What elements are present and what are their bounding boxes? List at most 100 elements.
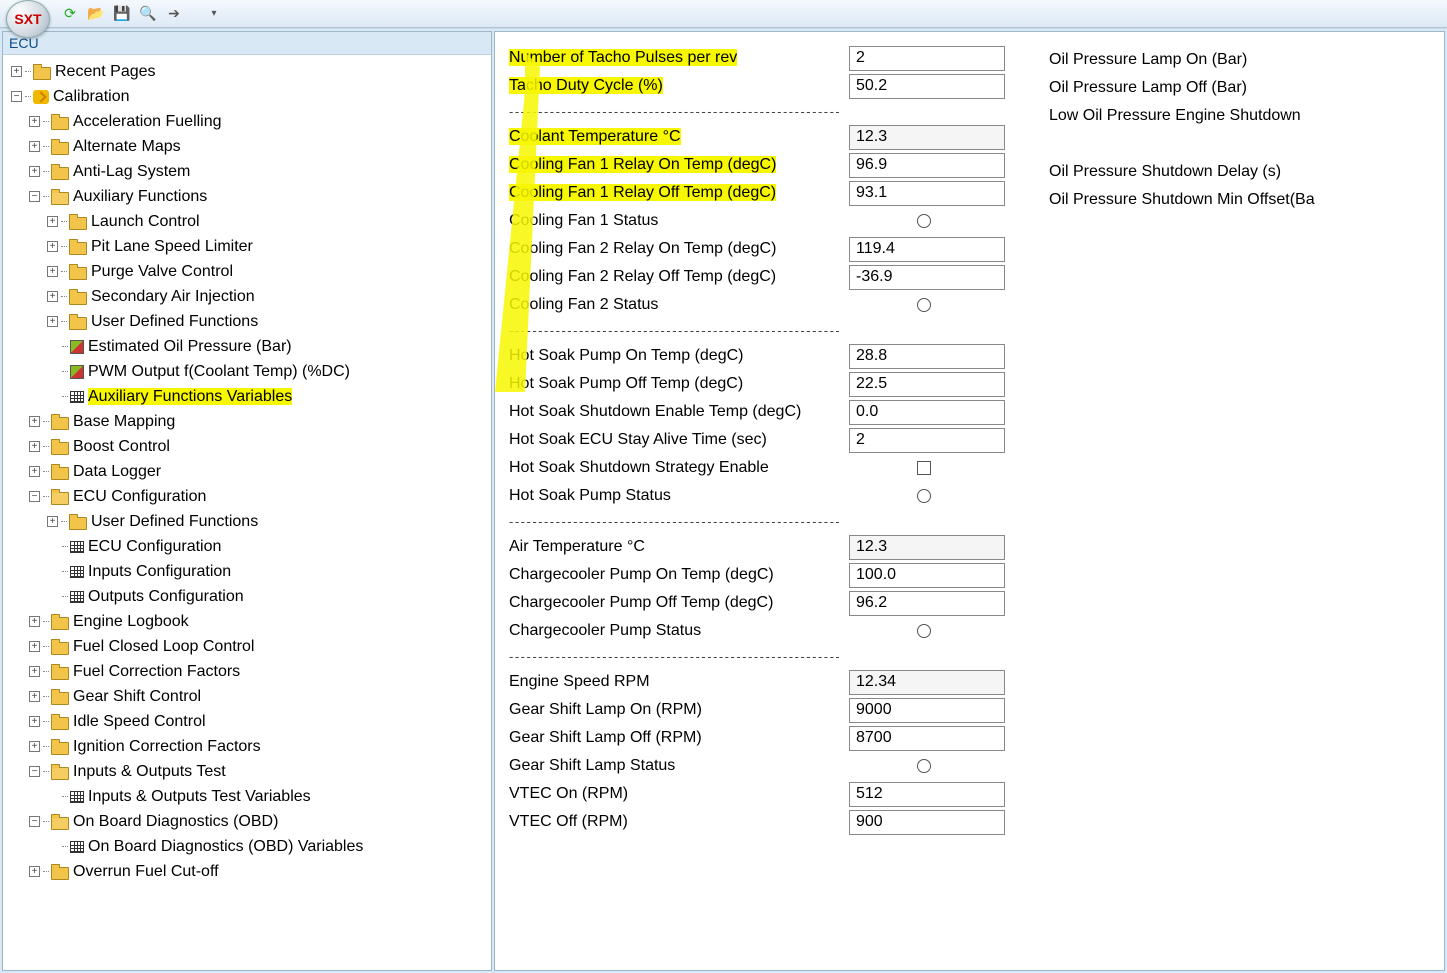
value-input[interactable] [849, 810, 1005, 835]
tree-node-label: Outputs Configuration [88, 588, 244, 605]
form-row: Air Temperature °C [509, 533, 1029, 561]
expand-icon[interactable]: + [29, 666, 40, 677]
tree-node-fuel-closed-loop-control[interactable]: + Fuel Closed Loop Control [5, 634, 489, 659]
form-label: Low Oil Pressure Engine Shutdown [1049, 107, 1301, 125]
refresh-icon[interactable]: ⟳ [60, 4, 80, 24]
status-indicator-icon [917, 298, 931, 312]
tree-node-outputs-configuration[interactable]: Outputs Configuration [5, 584, 489, 609]
expand-icon[interactable]: + [47, 266, 58, 277]
folder-open-icon [51, 490, 69, 504]
tree-node-ecu-configuration[interactable]: − ECU Configuration [5, 484, 489, 509]
expand-icon[interactable]: + [47, 241, 58, 252]
tree-node-label: Auxiliary Functions [73, 188, 207, 205]
tree-node-on-board-diagnostics-obd-[interactable]: −On Board Diagnostics (OBD) [5, 809, 489, 834]
tree-node-pwm-output-f-coolant-temp-dc-[interactable]: PWM Output f(Coolant Temp) (%DC) [5, 359, 489, 384]
tree-node-launch-control[interactable]: +Launch Control [5, 209, 489, 234]
value-input[interactable] [849, 782, 1005, 807]
tree-node-boost-control[interactable]: +Boost Control [5, 434, 489, 459]
tree-node-on-board-diagnostics-obd-variables[interactable]: On Board Diagnostics (OBD) Variables [5, 834, 489, 859]
expand-icon[interactable]: + [11, 66, 22, 77]
tree-node-secondary-air-injection[interactable]: +Secondary Air Injection [5, 284, 489, 309]
value-input[interactable] [849, 237, 1005, 262]
expand-icon[interactable]: + [29, 416, 40, 427]
tree-node-data-logger[interactable]: +Data Logger [5, 459, 489, 484]
value-input[interactable] [849, 726, 1005, 751]
tree-node-ecu-configuration[interactable]: ECU Configuration [5, 534, 489, 559]
expand-icon[interactable]: + [29, 441, 40, 452]
tree-node-auxiliary-functions-variables[interactable]: Auxiliary Functions Variables [5, 384, 489, 409]
value-input[interactable] [849, 153, 1005, 178]
value-input[interactable] [849, 74, 1005, 99]
search-icon[interactable]: 🔍 [138, 4, 158, 24]
tree-node-pit-lane-speed-limiter[interactable]: +Pit Lane Speed Limiter [5, 234, 489, 259]
tree-node-label: PWM Output f(Coolant Temp) (%DC) [88, 363, 350, 380]
toolbar: ⟳ 📂 💾 🔍 ➔ ▾ [0, 0, 1447, 28]
tree-node-base-mapping[interactable]: +Base Mapping [5, 409, 489, 434]
expand-icon[interactable]: + [29, 616, 40, 627]
tree-node-estimated-oil-pressure-bar-[interactable]: Estimated Oil Pressure (Bar) [5, 334, 489, 359]
expand-icon[interactable]: − [11, 91, 22, 102]
tree-node-recent-pages[interactable]: +Recent Pages [5, 59, 489, 84]
checkbox[interactable] [917, 461, 931, 475]
expand-icon[interactable]: + [47, 316, 58, 327]
tree-body[interactable]: +Recent Pages−Calibration+Acceleration F… [3, 55, 491, 970]
tree-node-label: ECU Configuration [73, 488, 206, 505]
folder-icon [51, 615, 69, 629]
app-logo-badge[interactable]: SXT [6, 0, 50, 38]
tree-node-label: Fuel Closed Loop Control [73, 638, 254, 655]
expand-icon[interactable]: + [29, 141, 40, 152]
value-input[interactable] [849, 181, 1005, 206]
tree-node-label: Idle Speed Control [73, 713, 206, 730]
value-input [849, 670, 1005, 695]
tree-node-inputs-outputs-test-variables[interactable]: Inputs & Outputs Test Variables [5, 784, 489, 809]
value-input[interactable] [849, 591, 1005, 616]
tree-node-acceleration-fuelling[interactable]: +Acceleration Fuelling [5, 109, 489, 134]
tree-node-fuel-correction-factors[interactable]: +Fuel Correction Factors [5, 659, 489, 684]
tree-node-user-defined-functions[interactable]: +User Defined Functions [5, 509, 489, 534]
value-input[interactable] [849, 698, 1005, 723]
form-label: VTEC Off (RPM) [509, 813, 849, 831]
expand-icon[interactable]: + [47, 516, 58, 527]
expand-icon[interactable]: + [29, 741, 40, 752]
tree-node-inputs-configuration[interactable]: Inputs Configuration [5, 559, 489, 584]
expand-icon[interactable]: − [29, 816, 40, 827]
expand-icon[interactable]: + [29, 466, 40, 477]
export-icon[interactable]: ➔ [164, 4, 184, 24]
tree-node-calibration[interactable]: −Calibration [5, 84, 489, 109]
value-input[interactable] [849, 372, 1005, 397]
tree-node-ignition-correction-factors[interactable]: +Ignition Correction Factors [5, 734, 489, 759]
tree-node-anti-lag-system[interactable]: +Anti-Lag System [5, 159, 489, 184]
tree-node-overrun-fuel-cut-off[interactable]: +Overrun Fuel Cut-off [5, 859, 489, 884]
tree-node-label: Gear Shift Control [73, 688, 201, 705]
value-input[interactable] [849, 428, 1005, 453]
value-input[interactable] [849, 400, 1005, 425]
tree-node-engine-logbook[interactable]: +Engine Logbook [5, 609, 489, 634]
expand-icon[interactable]: + [47, 216, 58, 227]
expand-icon[interactable]: + [29, 641, 40, 652]
expand-icon[interactable]: − [29, 491, 40, 502]
separator: ----------------------------------------… [509, 104, 839, 119]
value-input[interactable] [849, 46, 1005, 71]
save-icon[interactable]: 💾 [112, 4, 132, 24]
value-input[interactable] [849, 344, 1005, 369]
tree-node-purge-valve-control[interactable]: +Purge Valve Control [5, 259, 489, 284]
tree-node-inputs-outputs-test[interactable]: −Inputs & Outputs Test [5, 759, 489, 784]
expand-icon[interactable]: + [29, 716, 40, 727]
expand-icon[interactable]: − [29, 191, 40, 202]
expand-icon[interactable]: − [29, 766, 40, 777]
tree-node-gear-shift-control[interactable]: + Gear Shift Control [5, 684, 489, 709]
tree-node-idle-speed-control[interactable]: + Idle Speed Control [5, 709, 489, 734]
tree-node-alternate-maps[interactable]: +Alternate Maps [5, 134, 489, 159]
form-label: Hot Soak Pump On Temp (degC) [509, 347, 849, 365]
expand-icon[interactable]: + [29, 116, 40, 127]
expand-icon[interactable]: + [29, 166, 40, 177]
expand-icon[interactable]: + [29, 691, 40, 702]
open-icon[interactable]: 📂 [86, 4, 106, 24]
dropdown-icon[interactable]: ▾ [204, 4, 224, 24]
expand-icon[interactable]: + [29, 866, 40, 877]
tree-node-user-defined-functions[interactable]: +User Defined Functions [5, 309, 489, 334]
tree-node-auxiliary-functions[interactable]: − Auxiliary Functions [5, 184, 489, 209]
expand-icon[interactable]: + [47, 291, 58, 302]
value-input[interactable] [849, 265, 1005, 290]
value-input[interactable] [849, 563, 1005, 588]
